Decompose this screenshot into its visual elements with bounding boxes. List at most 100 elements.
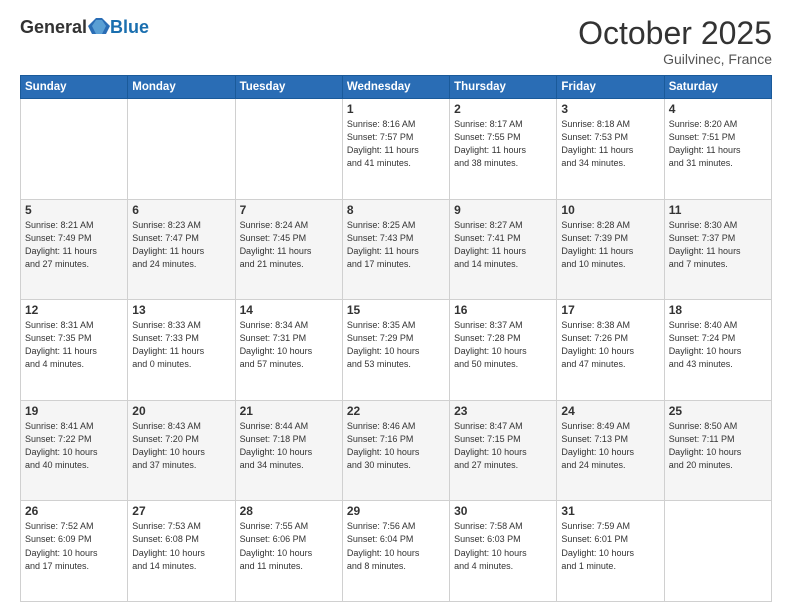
location: Guilvinec, France <box>578 51 772 67</box>
day-info: Sunrise: 7:59 AM Sunset: 6:01 PM Dayligh… <box>561 520 659 572</box>
day-number: 13 <box>132 303 230 317</box>
calendar-cell: 19Sunrise: 8:41 AM Sunset: 7:22 PM Dayli… <box>21 400 128 501</box>
day-number: 2 <box>454 102 552 116</box>
weekday-header-friday: Friday <box>557 76 664 99</box>
calendar-week-3: 12Sunrise: 8:31 AM Sunset: 7:35 PM Dayli… <box>21 300 772 401</box>
calendar-cell: 30 Sunrise: 7:58 AM Sunset: 6:03 PM Dayli… <box>450 501 557 602</box>
calendar-week-1: 1 Sunrise: 8:16 AM Sunset: 7:57 PM Daylig… <box>21 99 772 200</box>
day-info: Sunrise: 7:55 AM Sunset: 6:06 PM Dayligh… <box>240 520 338 572</box>
day-number: 31 <box>561 504 659 518</box>
weekday-header-monday: Monday <box>128 76 235 99</box>
day-number: 28 <box>240 504 338 518</box>
day-number: 9 <box>454 203 552 217</box>
day-number: 1 <box>347 102 445 116</box>
day-info: Sunrise: 7:58 AM Sunset: 6:03 PM Dayligh… <box>454 520 552 572</box>
weekday-header-thursday: Thursday <box>450 76 557 99</box>
day-number: 23 <box>454 404 552 418</box>
calendar-cell: 17 Sunrise: 8:38 AM Sunset: 7:26 PM Dayli… <box>557 300 664 401</box>
day-info: Sunrise: 8:21 AM Sunset: 7:49 PM Dayligh… <box>25 219 123 271</box>
day-number: 27 <box>132 504 230 518</box>
day-info: Sunrise: 8:18 AM Sunset: 7:53 PM Dayligh… <box>561 118 659 170</box>
day-number: 16 <box>454 303 552 317</box>
calendar-cell: 28 Sunrise: 7:55 AM Sunset: 6:06 PM Dayli… <box>235 501 342 602</box>
day-number: 25 <box>669 404 767 418</box>
day-info: Sunrise: 8:34 AM Sunset: 7:31 PM Dayligh… <box>240 319 338 371</box>
calendar-cell: 23 Sunrise: 8:47 AM Sunset: 7:15 PM Dayli… <box>450 400 557 501</box>
day-info: Sunrise: 8:17 AM Sunset: 7:55 PM Dayligh… <box>454 118 552 170</box>
calendar-cell: 16 Sunrise: 8:37 AM Sunset: 7:28 PM Dayli… <box>450 300 557 401</box>
calendar-week-4: 19Sunrise: 8:41 AM Sunset: 7:22 PM Dayli… <box>21 400 772 501</box>
calendar-cell: 3 Sunrise: 8:18 AM Sunset: 7:53 PM Daylig… <box>557 99 664 200</box>
calendar-cell: 26Sunrise: 7:52 AM Sunset: 6:09 PM Dayli… <box>21 501 128 602</box>
day-info: Sunrise: 7:56 AM Sunset: 6:04 PM Dayligh… <box>347 520 445 572</box>
day-number: 12 <box>25 303 123 317</box>
day-number: 22 <box>347 404 445 418</box>
logo-blue-text: Blue <box>110 17 149 38</box>
calendar-cell <box>128 99 235 200</box>
calendar-cell: 4 Sunrise: 8:20 AM Sunset: 7:51 PM Daylig… <box>664 99 771 200</box>
calendar-cell: 24 Sunrise: 8:49 AM Sunset: 7:13 PM Dayli… <box>557 400 664 501</box>
day-number: 5 <box>25 203 123 217</box>
day-info: Sunrise: 8:16 AM Sunset: 7:57 PM Dayligh… <box>347 118 445 170</box>
logo-general-text: General <box>20 17 87 38</box>
calendar-cell: 22 Sunrise: 8:46 AM Sunset: 7:16 PM Dayli… <box>342 400 449 501</box>
calendar-cell: 12Sunrise: 8:31 AM Sunset: 7:35 PM Dayli… <box>21 300 128 401</box>
calendar-cell: 8 Sunrise: 8:25 AM Sunset: 7:43 PM Daylig… <box>342 199 449 300</box>
day-info: Sunrise: 8:37 AM Sunset: 7:28 PM Dayligh… <box>454 319 552 371</box>
calendar-cell: 9Sunrise: 8:27 AM Sunset: 7:41 PM Daylig… <box>450 199 557 300</box>
calendar-cell: 6Sunrise: 8:23 AM Sunset: 7:47 PM Daylig… <box>128 199 235 300</box>
title-block: October 2025 Guilvinec, France <box>578 16 772 67</box>
day-info: Sunrise: 8:49 AM Sunset: 7:13 PM Dayligh… <box>561 420 659 472</box>
day-number: 18 <box>669 303 767 317</box>
day-info: Sunrise: 8:20 AM Sunset: 7:51 PM Dayligh… <box>669 118 767 170</box>
calendar-table: SundayMondayTuesdayWednesdayThursdayFrid… <box>20 75 772 602</box>
day-info: Sunrise: 8:28 AM Sunset: 7:39 PM Dayligh… <box>561 219 659 271</box>
calendar-cell <box>235 99 342 200</box>
calendar-cell: 14 Sunrise: 8:34 AM Sunset: 7:31 PM Dayli… <box>235 300 342 401</box>
day-info: Sunrise: 7:53 AM Sunset: 6:08 PM Dayligh… <box>132 520 230 572</box>
calendar-cell <box>21 99 128 200</box>
day-number: 17 <box>561 303 659 317</box>
day-number: 4 <box>669 102 767 116</box>
calendar-cell: 10 Sunrise: 8:28 AM Sunset: 7:39 PM Dayli… <box>557 199 664 300</box>
day-number: 14 <box>240 303 338 317</box>
calendar-cell: 5 Sunrise: 8:21 AM Sunset: 7:49 PM Daylig… <box>21 199 128 300</box>
day-number: 29 <box>347 504 445 518</box>
weekday-header-wednesday: Wednesday <box>342 76 449 99</box>
page: General Blue October 2025 Guilvinec, Fra… <box>0 0 792 612</box>
day-number: 7 <box>240 203 338 217</box>
header: General Blue October 2025 Guilvinec, Fra… <box>20 16 772 67</box>
weekday-header-sunday: Sunday <box>21 76 128 99</box>
calendar-cell: 21 Sunrise: 8:44 AM Sunset: 7:18 PM Dayli… <box>235 400 342 501</box>
day-number: 21 <box>240 404 338 418</box>
day-info: Sunrise: 8:38 AM Sunset: 7:26 PM Dayligh… <box>561 319 659 371</box>
weekday-header-row: SundayMondayTuesdayWednesdayThursdayFrid… <box>21 76 772 99</box>
month-title: October 2025 <box>578 16 772 51</box>
day-number: 30 <box>454 504 552 518</box>
day-info: Sunrise: 8:33 AM Sunset: 7:33 PM Dayligh… <box>132 319 230 371</box>
calendar-cell: 25 Sunrise: 8:50 AM Sunset: 7:11 PM Dayli… <box>664 400 771 501</box>
calendar-cell: 11Sunrise: 8:30 AM Sunset: 7:37 PM Dayli… <box>664 199 771 300</box>
day-info: Sunrise: 8:41 AM Sunset: 7:22 PM Dayligh… <box>25 420 123 472</box>
day-number: 3 <box>561 102 659 116</box>
day-number: 10 <box>561 203 659 217</box>
weekday-header-tuesday: Tuesday <box>235 76 342 99</box>
day-info: Sunrise: 8:25 AM Sunset: 7:43 PM Dayligh… <box>347 219 445 271</box>
logo: General Blue <box>20 16 149 38</box>
calendar-cell: 27 Sunrise: 7:53 AM Sunset: 6:08 PM Dayli… <box>128 501 235 602</box>
calendar-cell: 29 Sunrise: 7:56 AM Sunset: 6:04 PM Dayli… <box>342 501 449 602</box>
day-info: Sunrise: 8:47 AM Sunset: 7:15 PM Dayligh… <box>454 420 552 472</box>
day-number: 8 <box>347 203 445 217</box>
day-info: Sunrise: 8:23 AM Sunset: 7:47 PM Dayligh… <box>132 219 230 271</box>
day-info: Sunrise: 8:46 AM Sunset: 7:16 PM Dayligh… <box>347 420 445 472</box>
day-info: Sunrise: 8:44 AM Sunset: 7:18 PM Dayligh… <box>240 420 338 472</box>
calendar-week-5: 26Sunrise: 7:52 AM Sunset: 6:09 PM Dayli… <box>21 501 772 602</box>
day-info: Sunrise: 8:24 AM Sunset: 7:45 PM Dayligh… <box>240 219 338 271</box>
day-number: 24 <box>561 404 659 418</box>
day-info: Sunrise: 8:43 AM Sunset: 7:20 PM Dayligh… <box>132 420 230 472</box>
day-number: 26 <box>25 504 123 518</box>
day-number: 15 <box>347 303 445 317</box>
day-info: Sunrise: 8:50 AM Sunset: 7:11 PM Dayligh… <box>669 420 767 472</box>
calendar-cell: 13 Sunrise: 8:33 AM Sunset: 7:33 PM Dayli… <box>128 300 235 401</box>
calendar-cell: 15Sunrise: 8:35 AM Sunset: 7:29 PM Dayli… <box>342 300 449 401</box>
